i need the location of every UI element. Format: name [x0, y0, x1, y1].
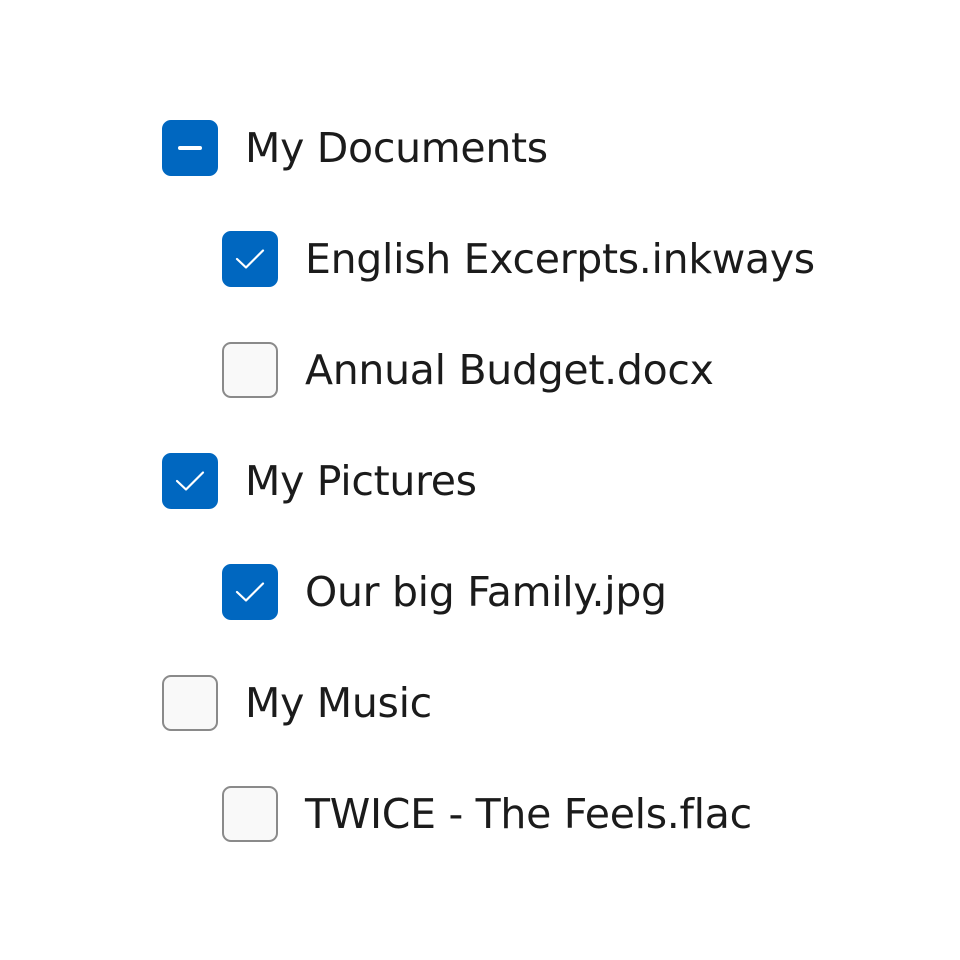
checkbox-row-our-big-family[interactable]: Our big Family.jpg [222, 562, 667, 622]
label-my-music: My Music [245, 679, 432, 727]
checkbox-row-english-excerpts[interactable]: English Excerpts.inkways [222, 229, 815, 289]
checkbox-my-music[interactable] [162, 675, 218, 731]
checkbox-my-pictures[interactable] [162, 453, 218, 509]
checkbox-row-my-pictures[interactable]: My Pictures [162, 451, 477, 511]
label-annual-budget: Annual Budget.docx [305, 346, 714, 394]
checkbox-row-my-music[interactable]: My Music [162, 673, 432, 733]
checkmark-icon [235, 582, 265, 602]
label-my-documents: My Documents [245, 124, 548, 172]
checkmark-icon [175, 471, 205, 491]
label-english-excerpts: English Excerpts.inkways [305, 235, 815, 283]
checkbox-our-big-family[interactable] [222, 564, 278, 620]
checkbox-row-annual-budget[interactable]: Annual Budget.docx [222, 340, 714, 400]
checkbox-twice-the-feels[interactable] [222, 786, 278, 842]
checkbox-english-excerpts[interactable] [222, 231, 278, 287]
checkbox-tree: My Documents English Excerpts.inkways An… [0, 0, 960, 960]
label-my-pictures: My Pictures [245, 457, 477, 505]
checkbox-annual-budget[interactable] [222, 342, 278, 398]
checkbox-my-documents[interactable] [162, 120, 218, 176]
label-our-big-family: Our big Family.jpg [305, 568, 667, 616]
label-twice-the-feels: TWICE - The Feels.flac [305, 790, 752, 838]
checkbox-row-my-documents[interactable]: My Documents [162, 118, 548, 178]
checkbox-row-twice-the-feels[interactable]: TWICE - The Feels.flac [222, 784, 752, 844]
checkmark-icon [235, 249, 265, 269]
indeterminate-dash-icon [178, 146, 202, 150]
